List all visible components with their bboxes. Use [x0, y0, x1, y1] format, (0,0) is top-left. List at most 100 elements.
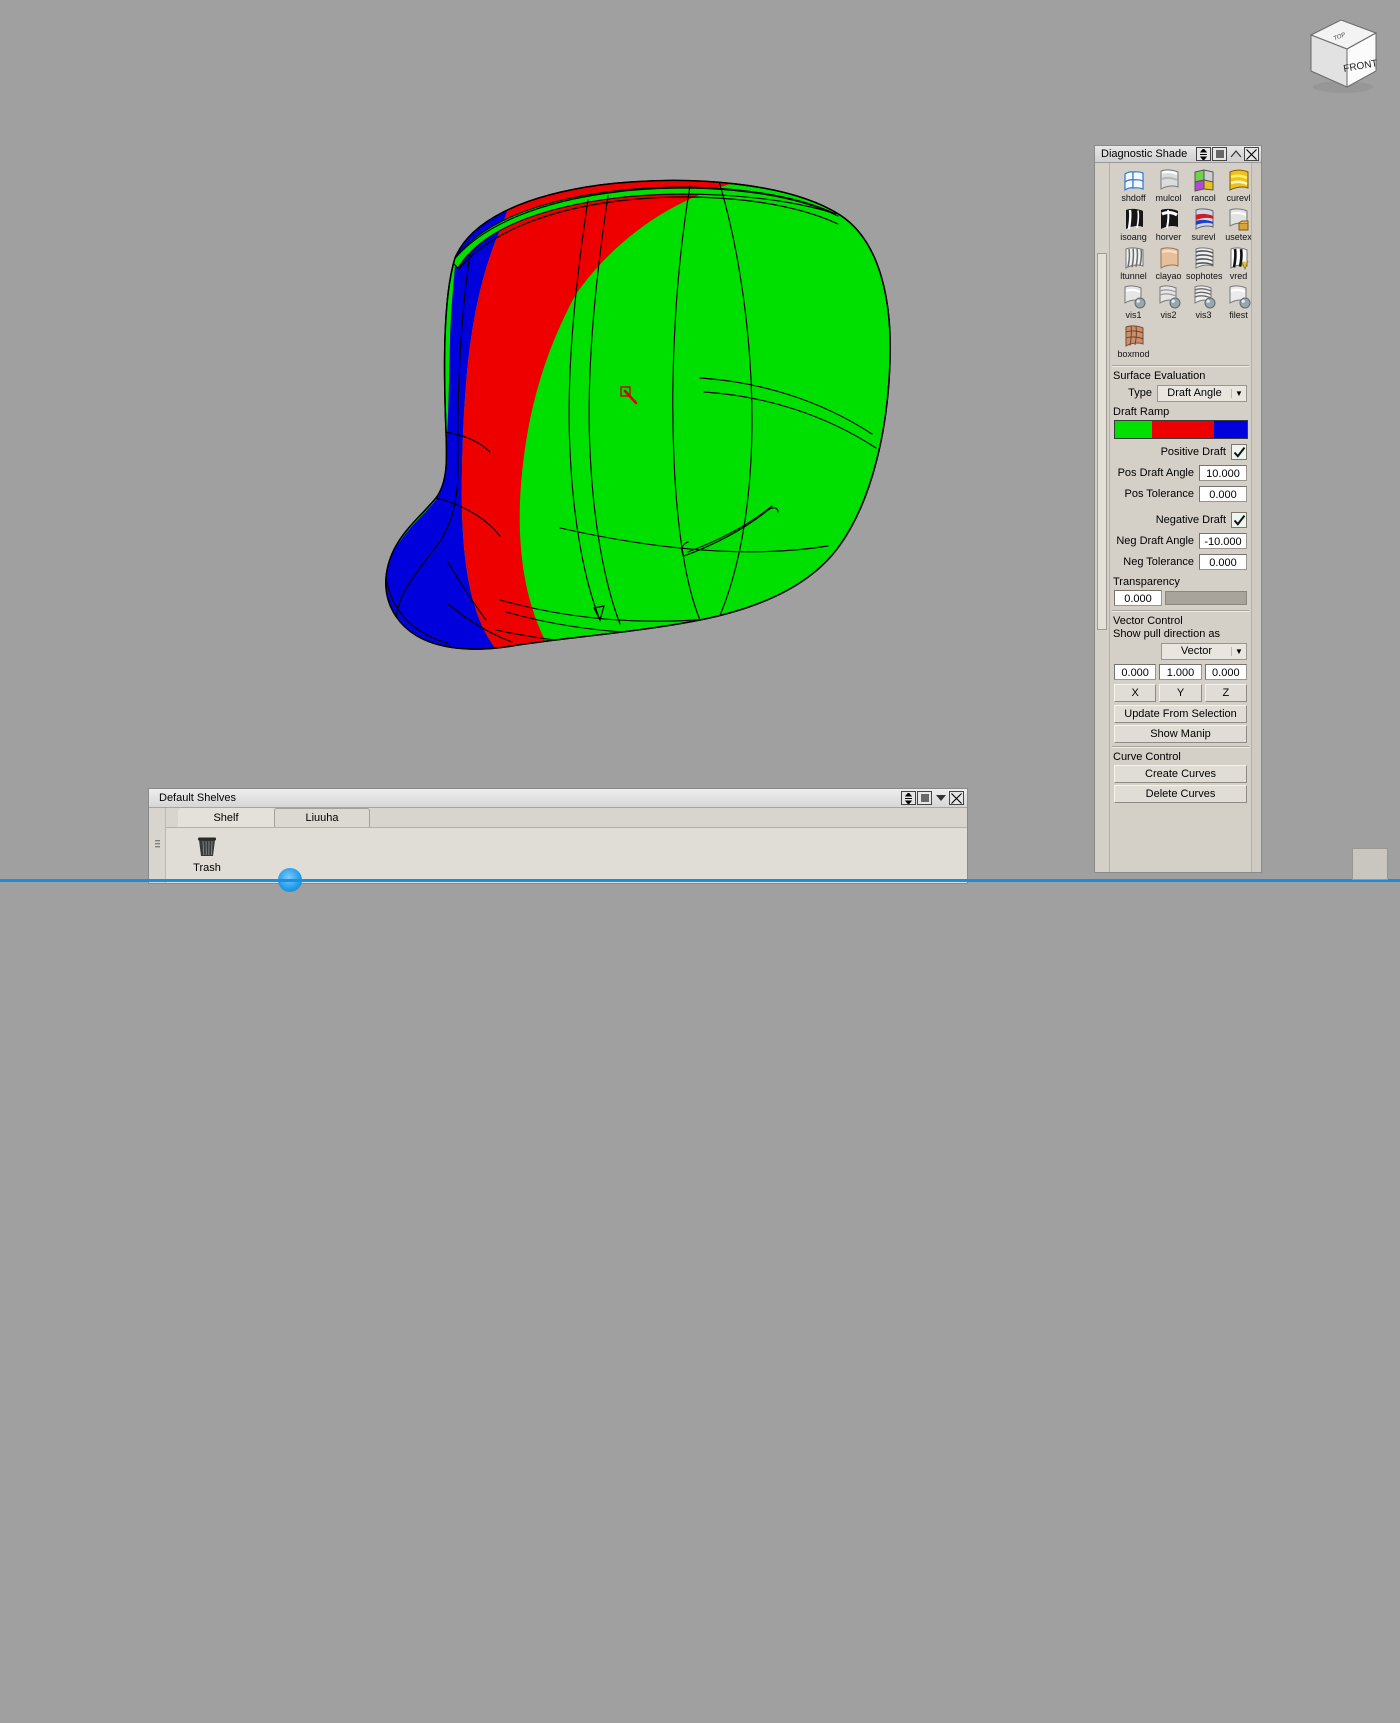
- iso-angle-icon: [1121, 206, 1147, 232]
- positive-draft-checkbox[interactable]: [1231, 444, 1247, 460]
- panel-content: shdoff mulcol: [1110, 163, 1251, 872]
- negative-draft-checkbox[interactable]: [1231, 512, 1247, 528]
- shader-button-vis1[interactable]: vis1: [1116, 284, 1151, 321]
- shader-label: sophotes: [1186, 271, 1221, 282]
- shelves-titlebar[interactable]: Default Shelves: [149, 789, 967, 808]
- close-icon[interactable]: [1244, 147, 1259, 161]
- ramp-stop-positive: [1115, 421, 1152, 438]
- shader-button-vis2[interactable]: vis2: [1151, 284, 1186, 321]
- chevron-down-icon[interactable]: ▼: [1231, 389, 1246, 398]
- z-axis-button[interactable]: Z: [1205, 684, 1247, 702]
- shader-button-vred[interactable]: vred: [1221, 245, 1251, 282]
- vector-y-input[interactable]: 1.000: [1159, 664, 1201, 680]
- shader-button-ltunnel[interactable]: ltunnel: [1116, 245, 1151, 282]
- shader-button-isoang[interactable]: isoang: [1116, 206, 1151, 243]
- shelf-drag-handle[interactable]: [149, 808, 166, 883]
- ramp-stop-neutral: [1152, 421, 1214, 438]
- vector-mode-value: Vector: [1162, 645, 1231, 657]
- ramp-stop-negative: [1214, 421, 1247, 438]
- close-icon[interactable]: [949, 791, 964, 805]
- scrollbar-thumb[interactable]: [1097, 253, 1107, 630]
- menu-icon[interactable]: [1212, 147, 1227, 161]
- shader-button-usetex[interactable]: usetex: [1221, 206, 1251, 243]
- shader-button-curevl[interactable]: curevl: [1221, 167, 1251, 204]
- shader-button-clayao[interactable]: clayao: [1151, 245, 1186, 282]
- panel-vertical-scrollbar[interactable]: [1095, 163, 1110, 872]
- shader-button-vis3[interactable]: vis3: [1186, 284, 1221, 321]
- shader-button-shdoff[interactable]: shdoff: [1116, 167, 1151, 204]
- neg-tolerance-input[interactable]: 0.000: [1199, 554, 1247, 570]
- resize-vertical-icon[interactable]: [901, 791, 916, 805]
- visualize-1-icon: [1121, 284, 1147, 310]
- go-button-container: Go: [1352, 848, 1388, 880]
- shader-label: filest: [1221, 310, 1251, 321]
- shader-label: vis3: [1186, 310, 1221, 321]
- vector-mode-row: Vector ▼: [1112, 641, 1247, 661]
- curve-control-heading: Curve Control: [1113, 751, 1251, 763]
- shader-button-boxmod[interactable]: boxmod: [1116, 323, 1151, 360]
- shader-button-filest[interactable]: filest: [1221, 284, 1251, 321]
- shelf-tabs[interactable]: Shelf Liuuha: [166, 808, 967, 827]
- positive-draft-row: Positive Draft: [1112, 442, 1247, 462]
- shader-button-rancol[interactable]: rancol: [1186, 167, 1221, 204]
- update-from-selection-button[interactable]: Update From Selection: [1114, 705, 1247, 723]
- shader-label: clayao: [1151, 271, 1186, 282]
- shader-button-horver[interactable]: horver: [1151, 206, 1186, 243]
- transparency-slider[interactable]: [1165, 591, 1247, 605]
- vector-mode-dropdown[interactable]: Vector ▼: [1161, 643, 1247, 660]
- shader-button-surevl[interactable]: surevl: [1186, 206, 1221, 243]
- view-cube[interactable]: FRONT TOP: [1303, 13, 1381, 95]
- panel-right-scrollbar[interactable]: [1251, 163, 1261, 872]
- shader-label: surevl: [1186, 232, 1221, 243]
- pos-draft-angle-input[interactable]: 10.000: [1199, 465, 1247, 481]
- create-curves-button[interactable]: Create Curves: [1114, 765, 1247, 783]
- divider: [1112, 746, 1249, 748]
- y-axis-button[interactable]: Y: [1159, 684, 1201, 702]
- shader-off-icon: [1121, 167, 1147, 193]
- x-axis-button[interactable]: X: [1114, 684, 1156, 702]
- show-manip-button[interactable]: Show Manip: [1114, 725, 1247, 743]
- default-shelves-window[interactable]: Default Shelves Shelf Liuuha: [148, 788, 968, 884]
- shader-label: rancol: [1186, 193, 1221, 204]
- pull-direction-label: Show pull direction as: [1113, 628, 1251, 640]
- delete-curves-button[interactable]: Delete Curves: [1114, 785, 1247, 803]
- vector-control-heading: Vector Control: [1113, 615, 1251, 627]
- vector-z-input[interactable]: 0.000: [1205, 664, 1247, 680]
- chevron-down-icon[interactable]: ▼: [1231, 647, 1246, 656]
- shelf-tab-shelf[interactable]: Shelf: [178, 808, 274, 827]
- diagnostic-shade-titlebar[interactable]: Diagnostic Shade: [1095, 146, 1261, 163]
- neg-draft-angle-label: Neg Draft Angle: [1112, 535, 1199, 547]
- menu-icon[interactable]: [917, 791, 932, 805]
- shader-icon-grid[interactable]: shdoff mulcol: [1110, 163, 1251, 362]
- neg-tolerance-label: Neg Tolerance: [1112, 556, 1199, 568]
- diagnostic-shade-panel[interactable]: Diagnostic Shade: [1094, 145, 1262, 873]
- multi-color-icon: [1156, 167, 1182, 193]
- neg-draft-angle-input[interactable]: -10.000: [1199, 533, 1247, 549]
- file-settings-icon: [1226, 284, 1252, 310]
- chevron-down-icon[interactable]: [933, 791, 948, 805]
- curvature-eval-icon: [1226, 167, 1252, 193]
- draft-ramp-gradient[interactable]: [1114, 420, 1248, 439]
- vector-x-input[interactable]: 0.000: [1114, 664, 1156, 680]
- shader-label: ltunnel: [1116, 271, 1151, 282]
- shader-label: curevl: [1221, 193, 1251, 204]
- shader-button-mulcol[interactable]: mulcol: [1151, 167, 1186, 204]
- surface-eval-icon: [1191, 206, 1217, 232]
- pos-tolerance-input[interactable]: 0.000: [1199, 486, 1247, 502]
- type-dropdown[interactable]: Draft Angle ▼: [1157, 385, 1247, 402]
- shader-button-sophotes[interactable]: sophotes: [1186, 245, 1221, 282]
- draft-ramp-heading: Draft Ramp: [1113, 406, 1251, 418]
- horizontal-vertical-icon: [1156, 206, 1182, 232]
- shader-label: vred: [1221, 271, 1251, 282]
- resize-vertical-icon[interactable]: [1196, 147, 1211, 161]
- shelf-item-trash[interactable]: Trash: [186, 834, 228, 874]
- shelf-tab-liuuha[interactable]: Liuuha: [274, 808, 370, 827]
- positive-draft-label: Positive Draft: [1112, 446, 1231, 458]
- shader-label: shdoff: [1116, 193, 1151, 204]
- shader-label: boxmod: [1116, 349, 1151, 360]
- transparency-heading: Transparency: [1113, 576, 1251, 588]
- collapse-icon[interactable]: [1228, 147, 1243, 161]
- shelf-item-label: Trash: [186, 862, 228, 874]
- transparency-row: 0.000: [1112, 589, 1247, 607]
- transparency-input[interactable]: 0.000: [1114, 590, 1162, 606]
